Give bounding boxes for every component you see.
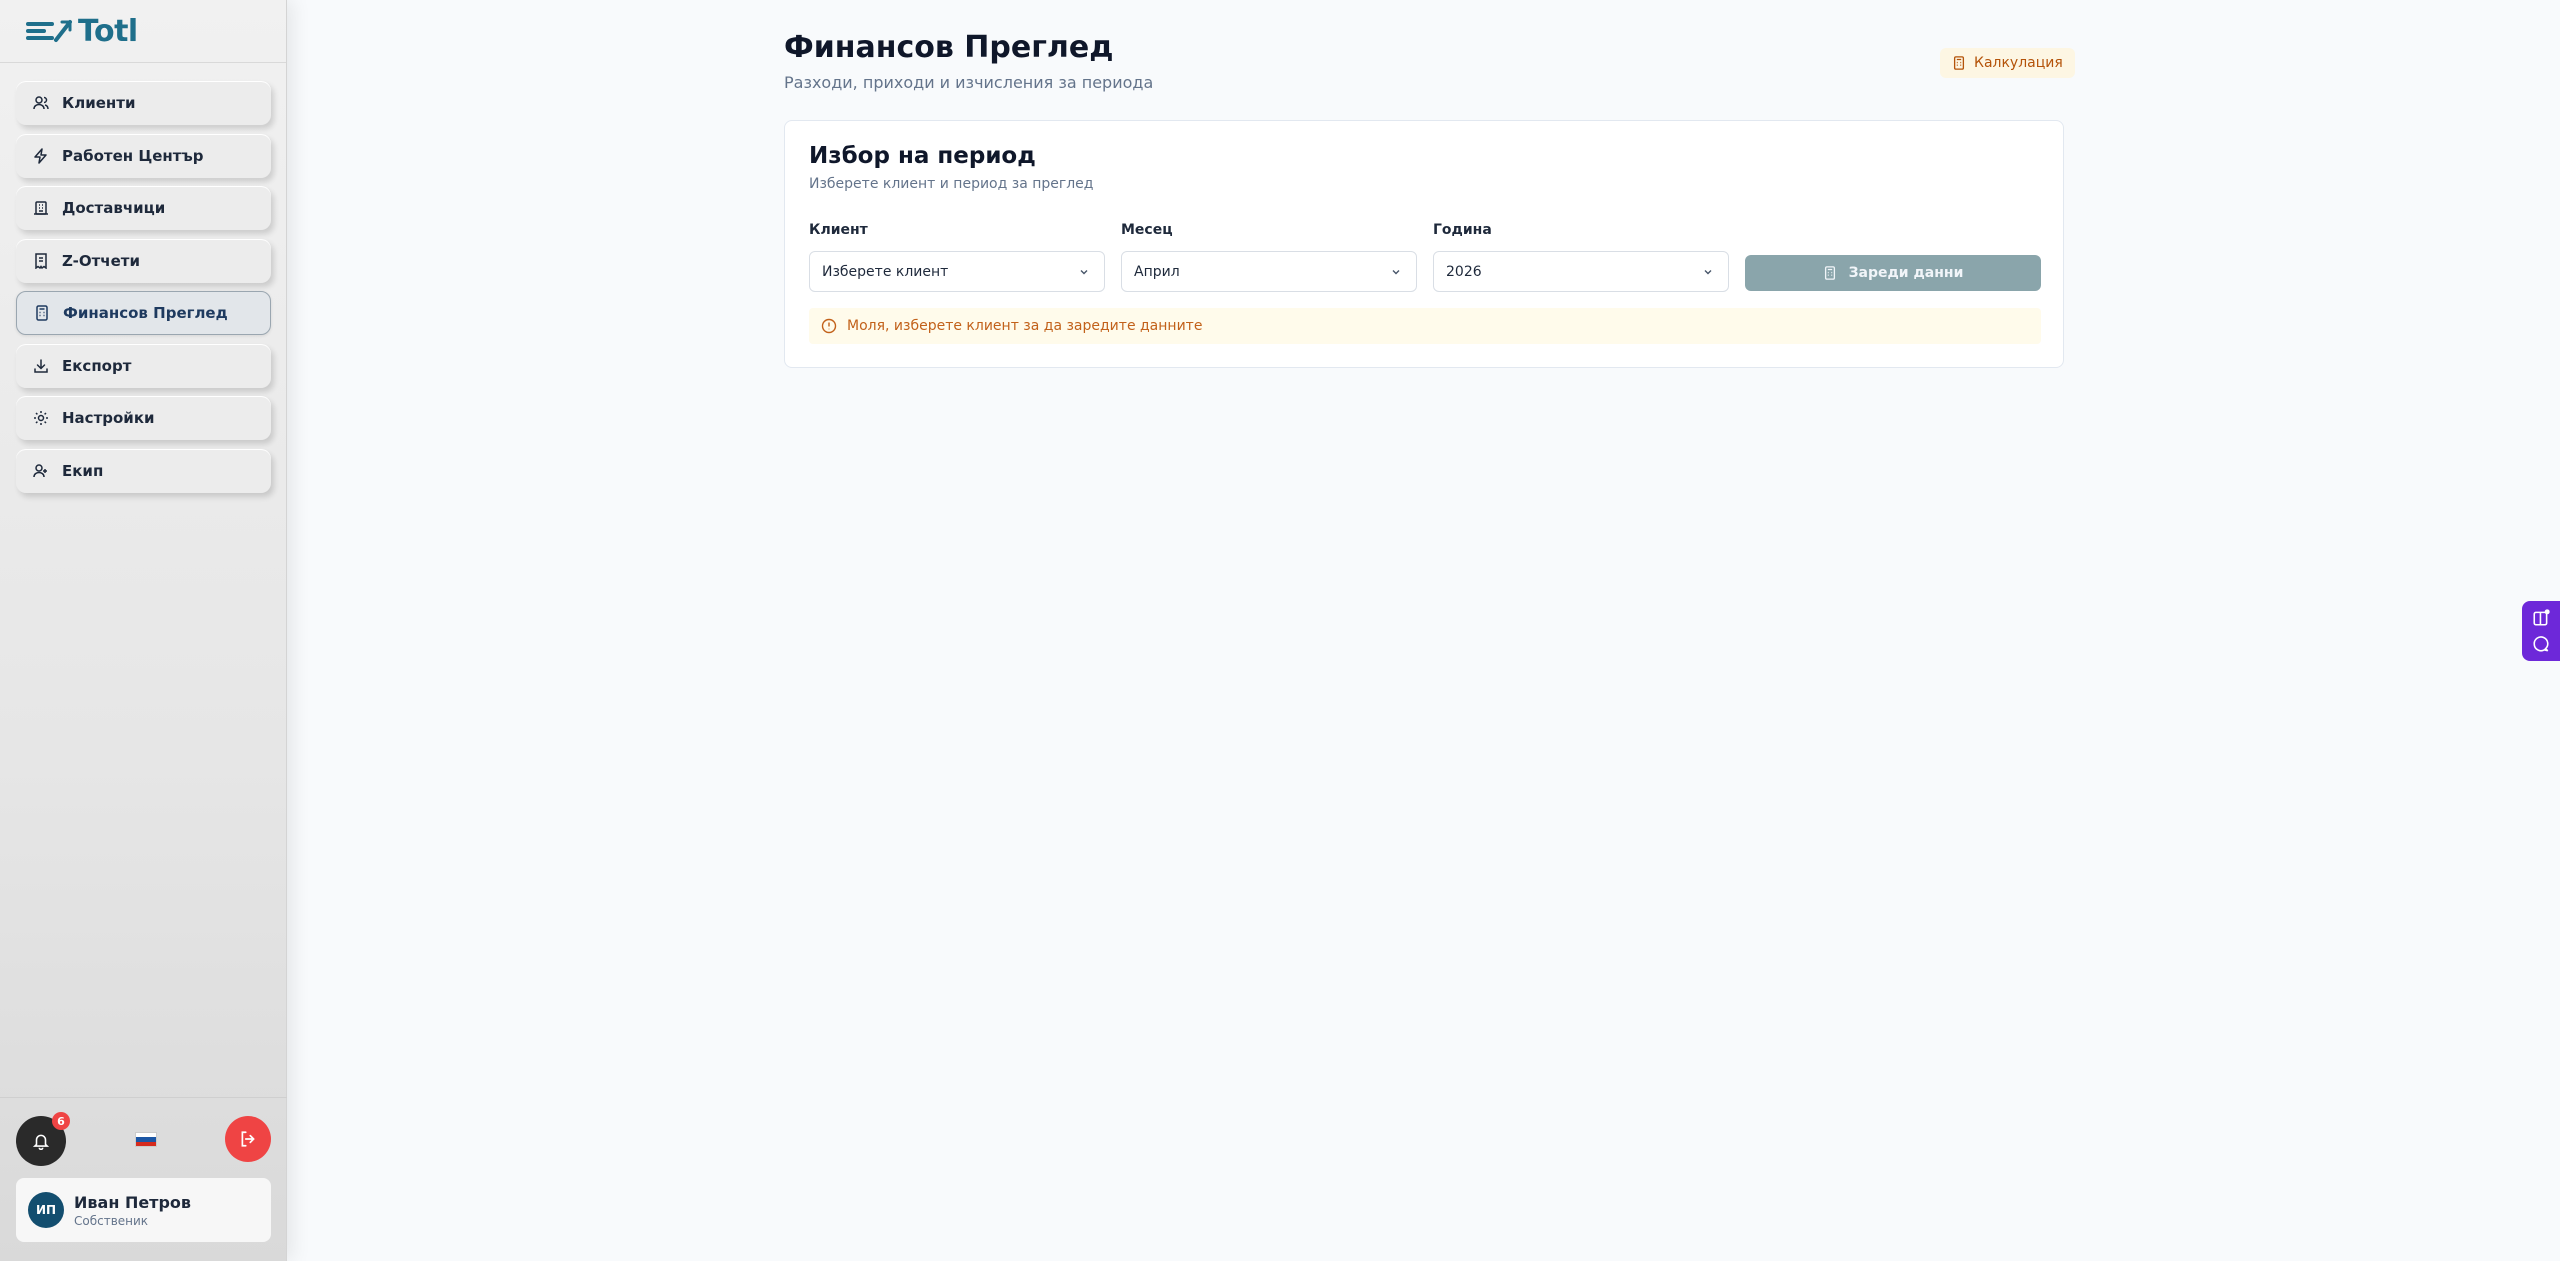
month-label: Месец xyxy=(1121,222,1173,238)
month-select[interactable]: Април xyxy=(1121,251,1417,292)
team-icon xyxy=(32,462,50,480)
page-subtitle: Разходи, приходи и изчисления за периода xyxy=(784,73,1154,92)
client-select[interactable]: Изберете клиент xyxy=(809,251,1105,292)
building-icon xyxy=(32,199,50,217)
chevron-down-icon xyxy=(1080,269,1088,274)
load-data-button-label: Зареди данни xyxy=(1848,265,1964,281)
period-selection-card: Избор на период Изберете клиент и период… xyxy=(784,120,2064,368)
support-widget[interactable] xyxy=(2522,601,2560,661)
sidebar: Totl Клиенти Работен Център Доставчици Z… xyxy=(0,0,287,1261)
calculation-button-label: Калкулация xyxy=(1974,55,2063,71)
logout-icon xyxy=(241,1131,255,1147)
sidebar-item-label: Доставчици xyxy=(62,199,166,217)
sidebar-item-label: Екип xyxy=(62,462,104,480)
lightning-icon xyxy=(32,147,50,165)
warning-alert: Моля, изберете клиент за да заредите дан… xyxy=(809,308,2041,344)
user-role: Собственик xyxy=(74,1213,149,1228)
month-select-value: Април xyxy=(1134,263,1180,280)
client-label: Клиент xyxy=(809,222,868,238)
logo[interactable]: Totl xyxy=(0,0,286,63)
users-icon xyxy=(32,94,50,112)
chat-icon xyxy=(2533,636,2549,652)
logout-button[interactable] xyxy=(225,1116,271,1162)
load-data-button[interactable]: Зареди данни xyxy=(1745,255,2041,291)
notifications-badge: 6 xyxy=(52,1112,70,1130)
calculator-icon xyxy=(1824,266,1835,280)
sidebar-item-workcenter[interactable]: Работен Център xyxy=(16,134,271,178)
logo-mark-icon xyxy=(26,20,72,42)
sidebar-item-settings[interactable]: Настройки xyxy=(16,396,271,440)
client-select-value: Изберете клиент xyxy=(822,263,949,280)
year-label: Година xyxy=(1433,222,1492,238)
chevron-down-icon xyxy=(1704,269,1712,274)
book-icon xyxy=(2533,609,2550,626)
sidebar-item-label: Клиенти xyxy=(62,94,136,112)
sidebar-nav: Клиенти Работен Център Доставчици Z-Отче… xyxy=(0,63,286,493)
sidebar-item-team[interactable]: Екип xyxy=(16,449,271,493)
calculator-icon xyxy=(1953,56,1965,70)
calculator-icon xyxy=(33,304,51,322)
sidebar-footer: 6 ИП Иван Петров Собственик xyxy=(0,1097,287,1261)
sidebar-item-z-reports[interactable]: Z-Отчети xyxy=(16,239,271,283)
warning-alert-text: Моля, изберете клиент за да заредите дан… xyxy=(847,318,1203,334)
sidebar-item-label: Работен Център xyxy=(62,147,204,165)
card-title: Избор на период xyxy=(809,143,1036,169)
year-select[interactable]: 2026 xyxy=(1433,251,1729,292)
info-circle-icon xyxy=(821,318,837,334)
sidebar-item-suppliers[interactable]: Доставчици xyxy=(16,186,271,230)
bell-icon xyxy=(32,1134,50,1150)
user-name: Иван Петров xyxy=(74,1192,192,1212)
gear-icon xyxy=(32,409,50,427)
sidebar-item-label: Експорт xyxy=(62,357,132,375)
sidebar-item-clients[interactable]: Клиенти xyxy=(16,81,271,125)
download-icon xyxy=(32,357,50,375)
user-card[interactable]: ИП Иван Петров Собственик xyxy=(16,1178,271,1242)
chevron-down-icon xyxy=(1392,269,1400,274)
sidebar-item-export[interactable]: Експорт xyxy=(16,344,271,388)
sidebar-item-finance-overview[interactable]: Финансов Преглед xyxy=(16,291,271,335)
sidebar-item-label: Финансов Преглед xyxy=(63,304,228,322)
brand-name: Totl xyxy=(78,13,138,49)
calculation-button[interactable]: Калкулация xyxy=(1940,48,2075,78)
receipt-icon xyxy=(32,252,50,270)
card-subtitle: Изберете клиент и период за преглед xyxy=(809,176,1094,192)
year-select-value: 2026 xyxy=(1446,263,1482,280)
sidebar-item-label: Z-Отчети xyxy=(62,252,140,270)
sidebar-item-label: Настройки xyxy=(62,409,155,427)
avatar: ИП xyxy=(28,1192,64,1228)
page-title: Финансов Преглед xyxy=(784,30,1114,65)
language-flag-icon[interactable] xyxy=(135,1132,157,1147)
